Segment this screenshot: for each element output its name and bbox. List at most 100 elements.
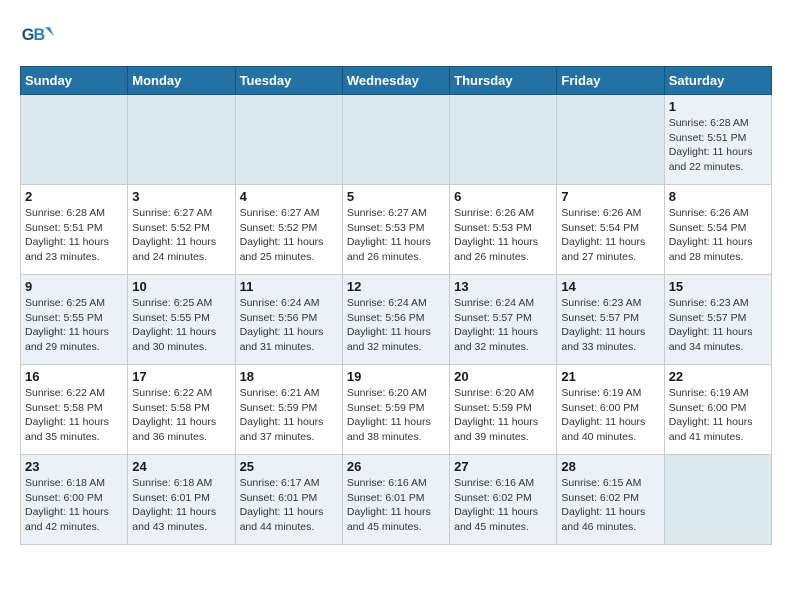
calendar-day-cell: 9 Sunrise: 6:25 AM Sunset: 5:55 PM Daylig… [21, 275, 128, 365]
calendar-empty-cell [235, 95, 342, 185]
calendar-day-header: Tuesday [235, 67, 342, 95]
calendar-empty-cell [342, 95, 449, 185]
calendar-week-row: 1 Sunrise: 6:28 AM Sunset: 5:51 PM Daylig… [21, 95, 772, 185]
calendar-day-cell: 1 Sunrise: 6:28 AM Sunset: 5:51 PM Daylig… [664, 95, 771, 185]
calendar-day-cell: 4 Sunrise: 6:27 AM Sunset: 5:52 PM Daylig… [235, 185, 342, 275]
day-number: 16 [25, 369, 123, 384]
logo: G B [20, 20, 60, 56]
day-number: 14 [561, 279, 659, 294]
calendar-day-cell: 8Sunrise: 6:26 AM Sunset: 5:54 PM Daylig… [664, 185, 771, 275]
calendar-empty-cell [21, 95, 128, 185]
svg-text:G: G [22, 26, 35, 44]
day-number: 24 [132, 459, 230, 474]
day-info: Sunrise: 6:27 AM Sunset: 5:53 PM Dayligh… [347, 206, 445, 265]
calendar-day-cell: 14 Sunrise: 6:23 AM Sunset: 5:57 PM Dayli… [557, 275, 664, 365]
calendar-table: SundayMondayTuesdayWednesdayThursdayFrid… [20, 66, 772, 545]
day-number: 23 [25, 459, 123, 474]
day-info: Sunrise: 6:28 AM Sunset: 5:51 PM Dayligh… [25, 206, 123, 265]
day-number: 13 [454, 279, 552, 294]
day-number: 22 [669, 369, 767, 384]
day-info: Sunrise: 6:24 AM Sunset: 5:56 PM Dayligh… [240, 296, 338, 355]
day-number: 25 [240, 459, 338, 474]
calendar-day-cell: 5 Sunrise: 6:27 AM Sunset: 5:53 PM Daylig… [342, 185, 449, 275]
day-info: Sunrise: 6:26 AM Sunset: 5:54 PM Dayligh… [669, 206, 767, 265]
day-number: 17 [132, 369, 230, 384]
day-number: 20 [454, 369, 552, 384]
calendar-day-cell: 13 Sunrise: 6:24 AM Sunset: 5:57 PM Dayli… [450, 275, 557, 365]
day-number: 1 [669, 99, 767, 114]
day-number: 5 [347, 189, 445, 204]
calendar-day-cell: 11 Sunrise: 6:24 AM Sunset: 5:56 PM Dayli… [235, 275, 342, 365]
day-info: Sunrise: 6:19 AM Sunset: 6:00 PM Dayligh… [669, 386, 767, 445]
calendar-empty-cell [450, 95, 557, 185]
day-number: 7 [561, 189, 659, 204]
svg-text:B: B [34, 26, 46, 44]
calendar-empty-cell [557, 95, 664, 185]
day-number: 15 [669, 279, 767, 294]
day-number: 2 [25, 189, 123, 204]
calendar-day-cell: 10Sunrise: 6:25 AM Sunset: 5:55 PM Dayli… [128, 275, 235, 365]
calendar-day-cell: 23 Sunrise: 6:18 AM Sunset: 6:00 PM Dayli… [21, 455, 128, 545]
day-info: Sunrise: 6:22 AM Sunset: 5:58 PM Dayligh… [132, 386, 230, 445]
calendar-day-cell: 22 Sunrise: 6:19 AM Sunset: 6:00 PM Dayli… [664, 365, 771, 455]
calendar-day-header: Friday [557, 67, 664, 95]
calendar-week-row: 2 Sunrise: 6:28 AM Sunset: 5:51 PM Daylig… [21, 185, 772, 275]
calendar-day-cell: 3Sunrise: 6:27 AM Sunset: 5:52 PM Daylig… [128, 185, 235, 275]
day-info: Sunrise: 6:23 AM Sunset: 5:57 PM Dayligh… [669, 296, 767, 355]
calendar-day-header: Sunday [21, 67, 128, 95]
logo-icon: G B [20, 20, 56, 56]
day-info: Sunrise: 6:16 AM Sunset: 6:01 PM Dayligh… [347, 476, 445, 535]
day-number: 18 [240, 369, 338, 384]
day-number: 19 [347, 369, 445, 384]
day-number: 26 [347, 459, 445, 474]
page-header: G B [20, 20, 772, 56]
calendar-day-cell: 21 Sunrise: 6:19 AM Sunset: 6:00 PM Dayli… [557, 365, 664, 455]
calendar-day-cell: 12 Sunrise: 6:24 AM Sunset: 5:56 PM Dayli… [342, 275, 449, 365]
calendar-day-header: Monday [128, 67, 235, 95]
day-number: 9 [25, 279, 123, 294]
day-number: 11 [240, 279, 338, 294]
day-info: Sunrise: 6:24 AM Sunset: 5:56 PM Dayligh… [347, 296, 445, 355]
day-info: Sunrise: 6:24 AM Sunset: 5:57 PM Dayligh… [454, 296, 552, 355]
calendar-week-row: 16 Sunrise: 6:22 AM Sunset: 5:58 PM Dayli… [21, 365, 772, 455]
day-info: Sunrise: 6:17 AM Sunset: 6:01 PM Dayligh… [240, 476, 338, 535]
day-info: Sunrise: 6:26 AM Sunset: 5:53 PM Dayligh… [454, 206, 552, 265]
day-info: Sunrise: 6:20 AM Sunset: 5:59 PM Dayligh… [454, 386, 552, 445]
day-info: Sunrise: 6:18 AM Sunset: 6:01 PM Dayligh… [132, 476, 230, 535]
day-number: 3 [132, 189, 230, 204]
day-info: Sunrise: 6:25 AM Sunset: 5:55 PM Dayligh… [132, 296, 230, 355]
calendar-day-cell: 6Sunrise: 6:26 AM Sunset: 5:53 PM Daylig… [450, 185, 557, 275]
day-info: Sunrise: 6:26 AM Sunset: 5:54 PM Dayligh… [561, 206, 659, 265]
calendar-day-cell: 26 Sunrise: 6:16 AM Sunset: 6:01 PM Dayli… [342, 455, 449, 545]
calendar-day-header: Wednesday [342, 67, 449, 95]
calendar-day-cell: 27Sunrise: 6:16 AM Sunset: 6:02 PM Dayli… [450, 455, 557, 545]
day-info: Sunrise: 6:18 AM Sunset: 6:00 PM Dayligh… [25, 476, 123, 535]
day-info: Sunrise: 6:16 AM Sunset: 6:02 PM Dayligh… [454, 476, 552, 535]
calendar-day-cell: 24 Sunrise: 6:18 AM Sunset: 6:01 PM Dayli… [128, 455, 235, 545]
day-info: Sunrise: 6:27 AM Sunset: 5:52 PM Dayligh… [240, 206, 338, 265]
day-info: Sunrise: 6:22 AM Sunset: 5:58 PM Dayligh… [25, 386, 123, 445]
calendar-week-row: 9 Sunrise: 6:25 AM Sunset: 5:55 PM Daylig… [21, 275, 772, 365]
calendar-empty-cell [128, 95, 235, 185]
day-info: Sunrise: 6:15 AM Sunset: 6:02 PM Dayligh… [561, 476, 659, 535]
calendar-day-cell: 15 Sunrise: 6:23 AM Sunset: 5:57 PM Dayli… [664, 275, 771, 365]
calendar-day-cell: 2 Sunrise: 6:28 AM Sunset: 5:51 PM Daylig… [21, 185, 128, 275]
day-info: Sunrise: 6:19 AM Sunset: 6:00 PM Dayligh… [561, 386, 659, 445]
day-info: Sunrise: 6:23 AM Sunset: 5:57 PM Dayligh… [561, 296, 659, 355]
calendar-header-row: SundayMondayTuesdayWednesdayThursdayFrid… [21, 67, 772, 95]
day-info: Sunrise: 6:21 AM Sunset: 5:59 PM Dayligh… [240, 386, 338, 445]
calendar-day-cell: 28Sunrise: 6:15 AM Sunset: 6:02 PM Dayli… [557, 455, 664, 545]
day-info: Sunrise: 6:25 AM Sunset: 5:55 PM Dayligh… [25, 296, 123, 355]
calendar-day-header: Saturday [664, 67, 771, 95]
calendar-empty-cell [664, 455, 771, 545]
calendar-day-header: Thursday [450, 67, 557, 95]
calendar-day-cell: 18 Sunrise: 6:21 AM Sunset: 5:59 PM Dayli… [235, 365, 342, 455]
calendar-day-cell: 19 Sunrise: 6:20 AM Sunset: 5:59 PM Dayli… [342, 365, 449, 455]
day-number: 21 [561, 369, 659, 384]
day-number: 4 [240, 189, 338, 204]
calendar-day-cell: 20 Sunrise: 6:20 AM Sunset: 5:59 PM Dayli… [450, 365, 557, 455]
day-number: 12 [347, 279, 445, 294]
day-info: Sunrise: 6:28 AM Sunset: 5:51 PM Dayligh… [669, 116, 767, 175]
calendar-week-row: 23 Sunrise: 6:18 AM Sunset: 6:00 PM Dayli… [21, 455, 772, 545]
day-info: Sunrise: 6:20 AM Sunset: 5:59 PM Dayligh… [347, 386, 445, 445]
